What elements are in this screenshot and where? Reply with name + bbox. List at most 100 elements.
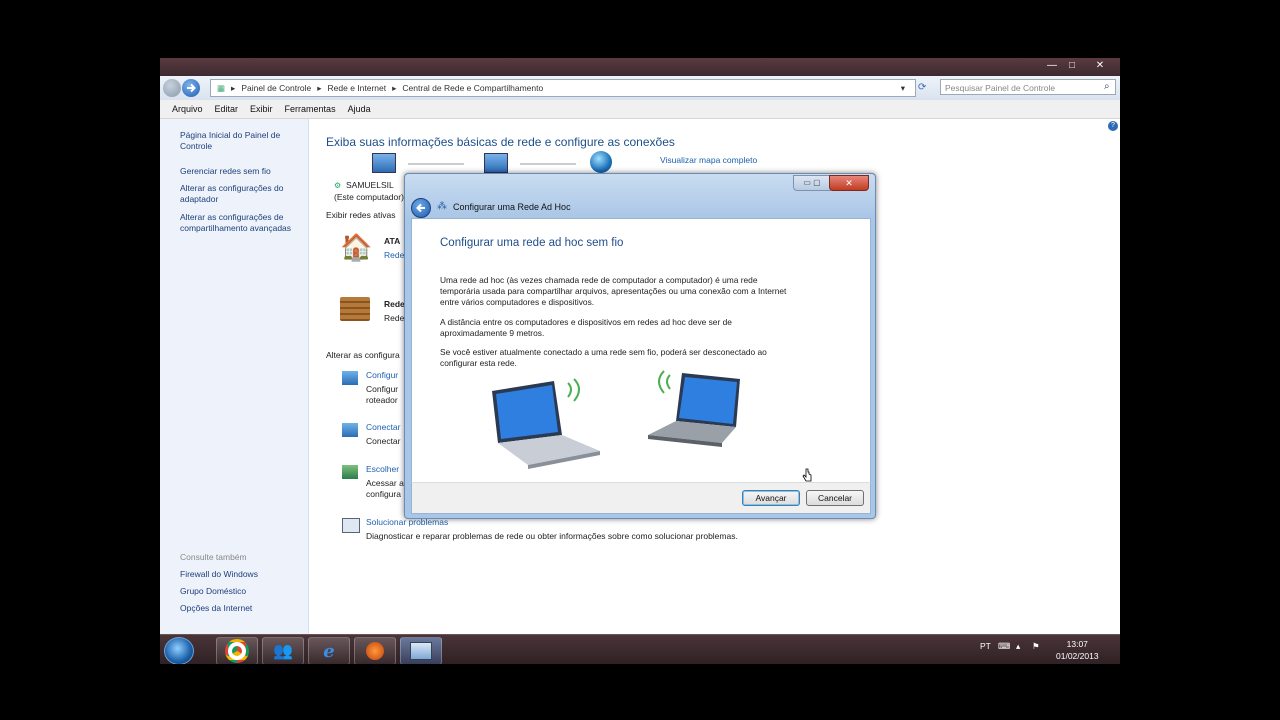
taskbar-internet-explorer[interactable]: e: [308, 637, 350, 664]
search-input[interactable]: Pesquisar Painel de Controle: [940, 79, 1116, 95]
active-networks-heading: Exibir redes ativas: [326, 210, 396, 220]
sidebar: Página Inicial do Painel de Controle Ger…: [160, 119, 309, 634]
maximize-button[interactable]: □: [1062, 60, 1082, 72]
internet-explorer-icon: e: [323, 640, 335, 662]
dialog-minmax-buttons[interactable]: ▭ ▢: [793, 175, 831, 191]
page-title: Exiba suas informações básicas de rede e…: [326, 135, 675, 149]
clock-date: 01/02/2013: [1056, 651, 1099, 661]
address-bar-row: ▦ ▸ Painel de Controle ▸ Rede e Internet…: [160, 76, 1120, 101]
show-hidden-icons-icon[interactable]: ▴: [1016, 641, 1020, 652]
breadcrumb-separator-icon: ▸: [231, 82, 236, 93]
chevron-down-icon[interactable]: ▾: [901, 83, 905, 94]
laptop-right-icon: [648, 370, 740, 447]
control-panel-icon: [410, 642, 432, 660]
full-map-link[interactable]: Visualizar mapa completo: [660, 155, 757, 166]
task-link-homegroup[interactable]: Escolher: [366, 464, 399, 475]
chrome-icon: [225, 639, 249, 663]
taskbar-chrome[interactable]: [216, 637, 258, 664]
connect-network-icon: [342, 423, 358, 437]
dialog-paragraph-2: A distância entre os computadores e disp…: [440, 317, 732, 338]
menu-editar[interactable]: Editar: [215, 104, 239, 114]
menu-ajuda[interactable]: Ajuda: [348, 104, 371, 114]
map-line: [520, 163, 576, 165]
back-button[interactable]: [163, 79, 181, 97]
task-link-connect[interactable]: Conectar: [366, 422, 401, 433]
app-icon: [366, 642, 384, 660]
computer-subtitle: (Este computador): [334, 192, 404, 202]
dialog-body: Configurar uma rede ad hoc sem fio Uma r…: [411, 218, 871, 484]
menu-ferramentas[interactable]: Ferramentas: [285, 104, 336, 114]
network-type-2: Rede: [384, 313, 405, 323]
home-network-icon: 🏠: [340, 232, 373, 262]
keyboard-icon[interactable]: ⌨: [998, 641, 1010, 652]
user-computer-icon: ⚙: [334, 181, 342, 190]
task-desc-connect: Conectar: [366, 436, 401, 446]
control-panel-icon: ▦: [217, 82, 226, 93]
screen: — □ ✕ ▦ ▸ Painel de Controle ▸ Rede e In…: [160, 58, 1120, 664]
troubleshoot-icon: [342, 518, 360, 533]
computer-name: SAMUELSIL: [346, 180, 394, 190]
change-settings-heading: Alterar as configura: [326, 350, 400, 360]
dialog-paragraph-1: Uma rede ad hoc (às vezes chamada rede d…: [440, 275, 787, 307]
sidebar-item-homegroup[interactable]: Grupo Doméstico: [180, 586, 246, 597]
next-button[interactable]: Avançar: [742, 490, 800, 506]
refresh-icon[interactable]: ⟳: [918, 82, 926, 93]
adhoc-network-icon: ⁂: [437, 201, 447, 212]
window-titlebar: — □ ✕: [160, 58, 1120, 76]
network-type-link-1[interactable]: Rede: [384, 250, 404, 261]
dialog-paragraph-3: Se você estiver atualmente conectado a u…: [440, 347, 767, 368]
taskbar-messenger[interactable]: 👥: [262, 637, 304, 664]
breadcrumb-network-internet[interactable]: Rede e Internet: [328, 83, 387, 93]
forward-button[interactable]: [182, 79, 200, 97]
sidebar-item-firewall[interactable]: Firewall do Windows: [180, 569, 258, 580]
see-also-heading: Consulte também: [180, 552, 247, 562]
dialog-title: Configurar uma Rede Ad Hoc: [453, 202, 571, 212]
network-name-2: Rede: [384, 299, 405, 309]
dialog-footer: Avançar Cancelar: [411, 482, 871, 514]
start-button[interactable]: [164, 637, 194, 664]
task-desc-homegroup-2: configura: [366, 489, 401, 499]
dialog-back-button[interactable]: [411, 198, 431, 218]
globe-icon: [590, 151, 612, 173]
taskbar-control-panel[interactable]: [400, 637, 442, 664]
homegroup-icon: [342, 465, 358, 479]
breadcrumb-separator-icon: ▸: [317, 82, 322, 93]
letterbox-top: [0, 0, 1280, 58]
task-link-setup[interactable]: Configur: [366, 370, 398, 381]
address-field[interactable]: ▦ ▸ Painel de Controle ▸ Rede e Internet…: [210, 79, 916, 97]
setup-connection-icon: [342, 371, 358, 385]
task-desc-setup-2: roteador: [366, 395, 398, 405]
breadcrumb-control-panel[interactable]: Painel de Controle: [241, 83, 311, 93]
sidebar-item-wireless[interactable]: Gerenciar redes sem fio: [180, 166, 300, 177]
network-icon: [484, 153, 508, 173]
breadcrumb-network-center[interactable]: Central de Rede e Compartilhamento: [402, 83, 543, 93]
sidebar-item-internet-options[interactable]: Opções da Internet: [180, 603, 252, 614]
language-indicator[interactable]: PT: [980, 641, 991, 651]
arrow-left-icon: [416, 203, 425, 213]
arrow-right-icon: [187, 83, 196, 93]
menu-bar: Arquivo Editar Exibir Ferramentas Ajuda: [160, 100, 1120, 119]
messenger-icon: 👥: [273, 643, 293, 660]
computer-icon: [372, 153, 396, 173]
search-icon[interactable]: ⌕: [1104, 81, 1110, 92]
menu-exibir[interactable]: Exibir: [250, 104, 273, 114]
action-center-flag-icon[interactable]: ⚑: [1032, 641, 1040, 652]
troubleshoot-desc: Diagnosticar e reparar problemas de rede…: [366, 531, 738, 541]
menu-arquivo[interactable]: Arquivo: [172, 104, 203, 114]
system-clock[interactable]: 13:07 01/02/2013: [1056, 638, 1099, 662]
dialog-close-button[interactable]: ✕: [829, 175, 869, 191]
cancel-button[interactable]: Cancelar: [806, 490, 864, 506]
public-network-icon: [340, 297, 370, 321]
close-button[interactable]: ✕: [1090, 60, 1110, 72]
laptop-left-icon: [492, 378, 600, 469]
dialog-heading: Configurar uma rede ad hoc sem fio: [440, 237, 624, 249]
sidebar-item-adapter[interactable]: Alterar as configurações do adaptador: [180, 183, 296, 205]
sidebar-home-link[interactable]: Página Inicial do Painel de Controle: [180, 130, 292, 152]
clock-time: 13:07: [1066, 639, 1088, 649]
help-icon[interactable]: ?: [1108, 121, 1118, 131]
minimize-button[interactable]: —: [1042, 60, 1062, 72]
task-desc-setup-1: Configur: [366, 384, 399, 394]
sidebar-item-sharing[interactable]: Alterar as configurações de compartilham…: [180, 212, 302, 234]
taskbar-app-orange[interactable]: [354, 637, 396, 664]
taskbar: 👥 e PT ⌨ ▴ ⚑ 13:07 01/02/2013: [160, 634, 1120, 664]
